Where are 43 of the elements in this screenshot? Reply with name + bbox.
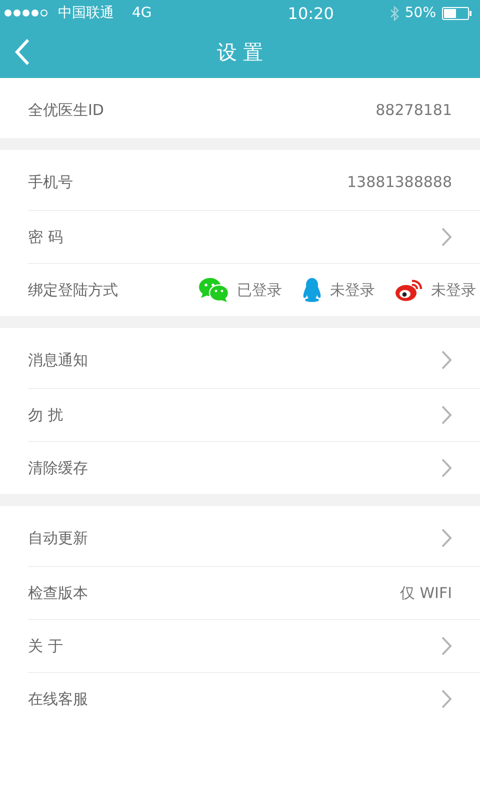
chevron-icon — [441, 350, 452, 370]
row-value: 13881388888 — [347, 173, 452, 191]
chat-bubbles-icon[interactable] — [199, 277, 229, 303]
back-icon[interactable] — [14, 38, 30, 66]
chevron-icon — [441, 458, 452, 478]
bluetooth-icon — [390, 6, 399, 20]
row-label: 手机号 — [28, 172, 73, 192]
network-type: 4G — [132, 5, 152, 21]
settings-item[interactable]: 清除缓存 — [28, 441, 480, 494]
row-label: 关 于 — [28, 636, 63, 656]
carrier-name: 中国联通 — [58, 4, 114, 22]
settings-item[interactable]: 勿 扰 — [28, 388, 480, 441]
login-status: 已登录 — [237, 280, 282, 300]
battery-percent: 50% — [404, 5, 436, 21]
login-status: 未登录 — [431, 280, 476, 300]
penguin-icon[interactable] — [302, 278, 322, 302]
settings-item[interactable]: 自动更新 — [28, 510, 480, 566]
chevron-icon — [441, 636, 452, 656]
row-label: 消息通知 — [28, 350, 88, 370]
row-value: 仅 WIFI — [400, 584, 452, 602]
row-label: 全优医生ID — [28, 100, 104, 120]
row-label: 密 码 — [28, 228, 63, 246]
page-title: 设 置 — [216, 38, 264, 66]
settings-item[interactable]: 消息通知 — [28, 332, 480, 388]
battery-icon — [442, 6, 472, 20]
chevron-icon — [441, 405, 452, 425]
chevron-icon — [441, 689, 452, 709]
login-status: 未登录 — [330, 280, 375, 300]
row-value: 88278181 — [376, 101, 452, 119]
row-label: 清除缓存 — [28, 458, 88, 478]
chevron-icon — [441, 227, 452, 247]
chevron-icon — [441, 528, 452, 548]
eye-swirl-icon[interactable] — [395, 278, 423, 302]
row-label: 在线客服 — [28, 690, 88, 708]
row-label: 检查版本 — [28, 584, 88, 602]
row-label: 绑定登陆方式 — [28, 280, 118, 300]
row-label: 勿 扰 — [28, 406, 63, 424]
settings-item[interactable]: 关 于 — [28, 619, 480, 672]
clock-time: 10:20 — [288, 4, 334, 22]
row-label: 自动更新 — [28, 528, 88, 548]
settings-item[interactable]: 密 码 — [28, 210, 480, 263]
signal-icon — [4, 9, 50, 17]
settings-item[interactable]: 在线客服 — [28, 672, 480, 725]
